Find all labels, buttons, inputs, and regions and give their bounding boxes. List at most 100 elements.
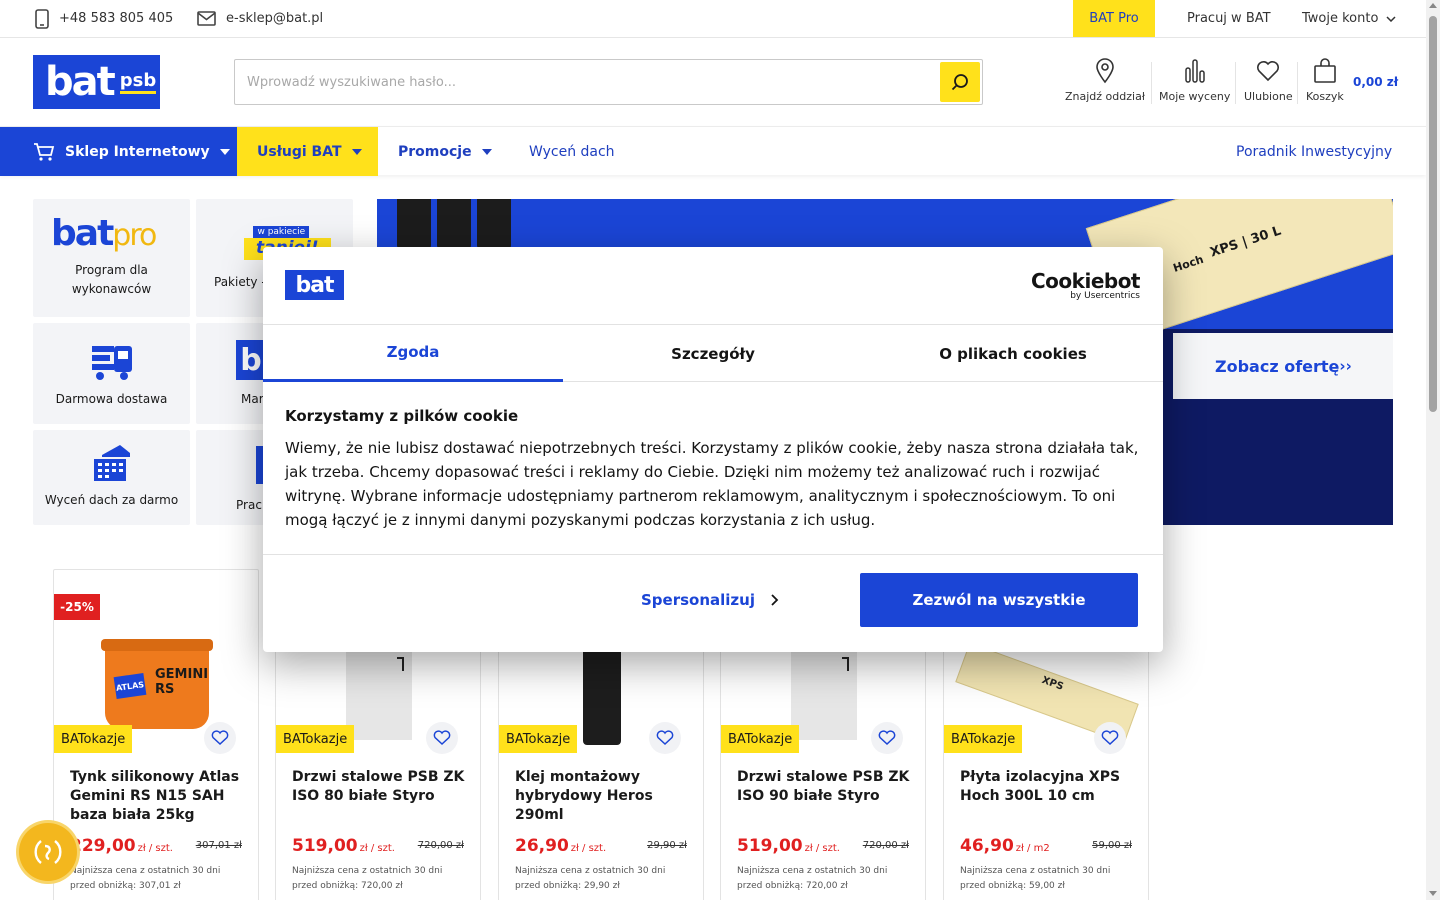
heart-icon xyxy=(1257,61,1280,82)
tile-roof-quote[interactable]: Wyceń dach za darmo xyxy=(33,430,190,525)
price-unit: zł / szt. xyxy=(137,843,173,854)
personalize-label: Spersonalizuj xyxy=(641,591,755,609)
bucket-brand: ATLAS xyxy=(113,672,147,699)
add-to-favorites-button[interactable] xyxy=(1094,722,1126,754)
product-price: 229,00 zł / szt. xyxy=(70,836,173,856)
cart-icon xyxy=(34,142,55,161)
lowest-price-line-2: przed obniżką: 307,01 zł xyxy=(70,881,181,891)
nav-shop-menu[interactable]: Sklep Internetowy xyxy=(0,127,237,176)
allow-all-button[interactable]: Zezwól na wszystkie xyxy=(860,573,1138,627)
divider xyxy=(1297,62,1298,104)
add-to-favorites-button[interactable] xyxy=(426,722,458,754)
lowest-price-line-2: przed obniżką: 59,00 zł xyxy=(960,881,1065,891)
heart-icon xyxy=(878,730,896,746)
tile-label: Darmowa dostawa xyxy=(55,392,168,406)
banner-cta[interactable]: Zobacz ofertę ›› xyxy=(1173,333,1393,399)
lowest-price-note: Najniższa cena z ostatnich 30 dni przed o… xyxy=(960,864,1136,894)
nav-investment-guide-link[interactable]: Poradnik Inwestycyjny xyxy=(1236,127,1392,176)
accessibility-icon xyxy=(34,840,62,864)
delivery-truck-icon xyxy=(91,346,132,380)
nav-promotions-menu[interactable]: Promocje xyxy=(398,127,492,176)
tab-consent[interactable]: Zgoda xyxy=(263,325,563,382)
bat-pro-logo: batpro xyxy=(51,213,157,254)
price-unit: zł / szt. xyxy=(359,843,395,854)
cookie-text: Wiemy, że nie lubisz dostawać niepotrzeb… xyxy=(285,439,1139,529)
old-price: 59,00 zł xyxy=(1092,840,1132,851)
product-price: 519,00 zł / szt. xyxy=(737,836,840,856)
lowest-price-note: Najniższa cena z ostatnich 30 dni przed o… xyxy=(737,864,913,894)
nav-promotions-label: Promocje xyxy=(398,143,472,160)
scroll-up-arrow[interactable] xyxy=(1429,3,1437,8)
add-to-favorites-button[interactable] xyxy=(649,722,681,754)
phone-link[interactable]: +48 583 805 405 xyxy=(35,0,173,37)
banner-product-cans xyxy=(397,199,512,251)
jobs-link[interactable]: Pracuj w BAT xyxy=(1187,0,1271,37)
accessibility-button[interactable] xyxy=(19,823,77,881)
product-title[interactable]: Klej montażowy hybrydowy Heros 290ml xyxy=(515,768,691,825)
phone-number: +48 583 805 405 xyxy=(59,11,174,26)
add-to-favorites-button[interactable] xyxy=(204,722,236,754)
heart-icon xyxy=(656,730,674,746)
tile-label: Prac xyxy=(236,498,262,512)
scroll-down-arrow[interactable] xyxy=(1429,891,1437,896)
personalize-button[interactable]: Spersonalizuj xyxy=(641,591,779,609)
my-quotes-link[interactable]: Moje wyceny xyxy=(1159,58,1230,108)
nav-services-menu[interactable]: Usługi BAT xyxy=(237,127,378,176)
main-nav: Sklep Internetowy Usługi BAT Promocje Wy… xyxy=(0,126,1426,176)
can-image xyxy=(477,199,511,251)
site-logo[interactable]: bat psb xyxy=(33,55,160,109)
price-unit: zł / szt. xyxy=(570,843,607,854)
tile-bat-pro[interactable]: batpro Program dla wykonawców xyxy=(33,199,190,317)
mail-icon xyxy=(197,11,216,26)
page-scrollbar[interactable] xyxy=(1426,0,1440,900)
chevron-down-icon xyxy=(1386,15,1396,22)
tile-label: Mar xyxy=(241,392,264,406)
product-title[interactable]: Płyta izolacyjna XPS Hoch 300L 10 cm xyxy=(960,768,1136,806)
add-to-favorites-button[interactable] xyxy=(871,722,903,754)
cart-total[interactable]: 0,00 zł xyxy=(1353,75,1398,89)
sticker-top: w pakiecie xyxy=(253,226,310,238)
bat-pro-link[interactable]: BAT Pro xyxy=(1073,0,1155,37)
promo-badge: BATokazje xyxy=(54,725,133,753)
account-menu[interactable]: Twoje konto xyxy=(1302,0,1396,37)
heart-icon xyxy=(1101,730,1119,746)
lowest-price-line-2: przed obniżką: 720,00 zł xyxy=(292,881,403,891)
divider xyxy=(1235,62,1236,104)
cookiebot-brand: Cookiebot xyxy=(1031,269,1141,293)
product-price: 46,90 zł / m2 xyxy=(960,836,1050,856)
lowest-price-note: Najniższa cena z ostatnich 30 dni przed o… xyxy=(292,864,468,894)
search-button[interactable] xyxy=(940,62,980,102)
nav-roof-quote-link[interactable]: Wyceń dach xyxy=(529,127,615,176)
product-title[interactable]: Drzwi stalowe PSB ZK ISO 90 białe Styro xyxy=(737,768,913,806)
promo-badge: BATokazje xyxy=(721,725,800,753)
price-unit: zł / szt. xyxy=(804,843,840,854)
tab-details[interactable]: Szczegóły xyxy=(563,325,863,382)
cart-link[interactable]: Koszyk xyxy=(1306,58,1344,108)
heart-icon xyxy=(211,730,229,746)
search-input[interactable] xyxy=(247,60,937,104)
email-link[interactable]: e-sklep@bat.pl xyxy=(197,0,323,37)
tile-free-delivery[interactable]: Darmowa dostawa xyxy=(33,323,190,424)
scrollbar-thumb[interactable] xyxy=(1429,16,1437,412)
can-image xyxy=(437,199,471,251)
product-title[interactable]: Tynk silikonowy Atlas Gemini RS N15 SAH … xyxy=(70,768,246,825)
divider xyxy=(263,554,1163,555)
product-card[interactable]: -25% ATLAS GEMINI RS BATokazje Tynk sili… xyxy=(53,569,259,900)
bucket-text: GEMINI RS xyxy=(155,666,209,697)
logo-sub: psb xyxy=(119,70,157,94)
promo-badge: BATokazje xyxy=(276,725,355,753)
lowest-price-line-1: Najniższa cena z ostatnich 30 dni xyxy=(70,866,221,876)
lowest-price-line-1: Najniższa cena z ostatnich 30 dni xyxy=(292,866,443,876)
favorites-link[interactable]: Ulubione xyxy=(1244,58,1293,108)
tab-about-cookies[interactable]: O plikach cookies xyxy=(863,325,1163,382)
map-pin-icon xyxy=(1096,58,1114,84)
product-title[interactable]: Drzwi stalowe PSB ZK ISO 80 białe Styro xyxy=(292,768,468,806)
find-branch-link[interactable]: Znajdź oddział xyxy=(1065,58,1145,108)
product-price: 519,00 zł / szt. xyxy=(292,836,395,856)
b-logo-icon: b xyxy=(236,340,266,380)
lowest-price-line-1: Najniższa cena z ostatnich 30 dni xyxy=(515,866,666,876)
phone-icon xyxy=(35,8,49,29)
cookiebot-logo[interactable]: Cookiebot by Usercentrics xyxy=(1031,269,1141,301)
lowest-price-line-2: przed obniżką: 29,90 zł xyxy=(515,881,620,891)
banner-cta-label: Zobacz ofertę xyxy=(1215,356,1340,376)
